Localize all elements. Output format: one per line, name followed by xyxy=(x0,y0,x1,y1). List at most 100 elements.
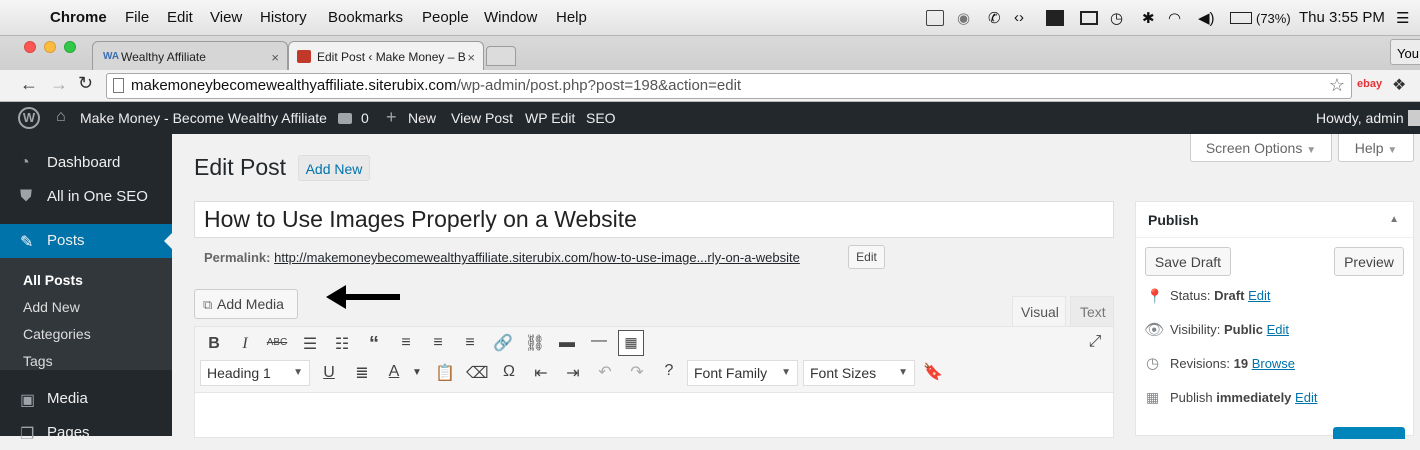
howdy-account[interactable]: Howdy, admin xyxy=(1316,110,1404,126)
wifi-icon[interactable]: ◠ xyxy=(1168,9,1181,27)
help-icon[interactable]: ? xyxy=(658,362,680,380)
undo-icon[interactable]: ↶ xyxy=(594,362,616,382)
layers-extension-icon[interactable]: ❖ xyxy=(1392,75,1406,95)
clear-formatting-icon[interactable]: ⌫ xyxy=(466,363,489,383)
menu-history[interactable]: History xyxy=(260,9,307,26)
permalink-url[interactable]: http://makemoneybecomewealthyaffiliate.s… xyxy=(274,250,800,265)
add-media-button[interactable]: ⧉ Add Media xyxy=(194,289,298,319)
menu-bookmarks[interactable]: Bookmarks xyxy=(328,9,403,26)
time-machine-icon[interactable]: ◷ xyxy=(1110,9,1123,27)
save-draft-button[interactable]: Save Draft xyxy=(1145,247,1231,276)
text-color-icon[interactable]: A xyxy=(383,363,405,381)
sidebar-item-dashboard[interactable]: ◔ Dashboard xyxy=(0,146,172,180)
menu-file[interactable]: File xyxy=(125,9,149,26)
strikethrough-icon[interactable]: ABC xyxy=(266,337,288,348)
app-menu[interactable]: Chrome xyxy=(50,9,107,26)
font-family-select[interactable]: Font Family ▼ xyxy=(687,360,798,386)
bookmark-icon[interactable]: 🔖 xyxy=(922,362,944,382)
redo-icon[interactable]: ↷ xyxy=(626,362,648,382)
sidebar-item-media[interactable]: ▣ Media xyxy=(0,382,172,416)
bullet-list-icon[interactable]: ☰ xyxy=(299,334,321,354)
tab-wealthy-affiliate[interactable]: WA Wealthy Affiliate × xyxy=(92,41,288,71)
list-menu-icon[interactable]: ☰ xyxy=(1396,9,1409,27)
caret-down-icon[interactable]: ▼ xyxy=(406,367,428,378)
home-icon[interactable]: ⌂ xyxy=(56,108,66,126)
seo-link[interactable]: SEO xyxy=(586,110,616,126)
battery-icon[interactable] xyxy=(1230,12,1252,24)
post-title-input[interactable]: How to Use Images Properly on a Website xyxy=(194,201,1114,238)
screen-options-button[interactable]: Screen Options ▼ xyxy=(1190,134,1332,162)
ebay-extension-icon[interactable]: ebay xyxy=(1357,78,1382,90)
blockquote-icon[interactable]: “ xyxy=(363,333,385,356)
format-select[interactable]: Heading 1 ▼ xyxy=(200,360,310,386)
status-circle-icon[interactable]: ◉ xyxy=(957,9,970,27)
wp-edit-link[interactable]: WP Edit xyxy=(525,110,575,126)
editor-content-area[interactable] xyxy=(194,392,1114,438)
toolbar-toggle-icon[interactable]: ▦ xyxy=(618,330,644,356)
clock[interactable]: Thu 3:55 PM xyxy=(1299,9,1385,26)
read-more-icon[interactable]: ▬ xyxy=(556,334,578,352)
bluetooth-icon[interactable]: ✱ xyxy=(1142,9,1155,27)
help-button[interactable]: Help ▼ xyxy=(1338,134,1414,162)
permalink-edit-button[interactable]: Edit xyxy=(848,245,885,269)
status-app-icon[interactable] xyxy=(926,10,944,26)
submenu-add-new[interactable]: Add New xyxy=(23,299,80,315)
site-name-link[interactable]: Make Money - Become Wealthy Affiliate xyxy=(80,110,327,126)
sidebar-item-all-in-one-seo[interactable]: ⛊ All in One SEO xyxy=(0,180,172,214)
menu-help[interactable]: Help xyxy=(556,9,587,26)
submenu-categories[interactable]: Categories xyxy=(23,326,91,342)
code-icon[interactable]: ‹› xyxy=(1014,9,1024,26)
plus-icon[interactable]: + xyxy=(386,107,397,128)
bookmark-star-icon[interactable]: ☆ xyxy=(1329,75,1345,96)
forward-icon[interactable]: → xyxy=(50,74,68,95)
preview-button[interactable]: Preview xyxy=(1334,247,1404,276)
back-icon[interactable]: ← xyxy=(20,74,38,95)
unlink-icon[interactable]: ⛓ xyxy=(524,333,546,353)
display-icon[interactable] xyxy=(1080,11,1098,25)
tab-edit-post[interactable]: Edit Post ‹ Make Money – B × xyxy=(288,41,484,71)
publish-date-edit-link[interactable]: Edit xyxy=(1295,390,1317,405)
profile-button[interactable]: You xyxy=(1390,39,1420,65)
submenu-all-posts[interactable]: All Posts xyxy=(23,272,83,288)
phone-icon[interactable]: ✆ xyxy=(988,9,1001,27)
grid-app-icon[interactable] xyxy=(1046,10,1064,26)
underline-icon[interactable]: U xyxy=(318,364,340,382)
align-right-icon[interactable]: ≡ xyxy=(459,334,481,352)
submenu-tags[interactable]: Tags xyxy=(23,353,53,369)
special-char-icon[interactable]: Ω xyxy=(498,363,520,381)
zoom-window-button[interactable] xyxy=(64,41,76,53)
justify-icon[interactable]: ≣ xyxy=(351,363,373,383)
fullscreen-icon[interactable]: ⤢ xyxy=(1084,333,1106,351)
menu-view[interactable]: View xyxy=(210,9,242,26)
close-tab-icon[interactable]: × xyxy=(271,50,279,65)
address-bar[interactable]: makemoneybecomewealthyaffiliate.siterubi… xyxy=(106,73,1352,99)
comments-count[interactable]: 0 xyxy=(361,110,369,126)
link-icon[interactable]: 🔗 xyxy=(492,333,514,353)
sidebar-item-pages[interactable]: ❐ Pages xyxy=(0,416,172,450)
sidebar-item-posts[interactable]: ✎ Posts xyxy=(0,224,172,258)
add-new-button[interactable]: Add New xyxy=(298,155,370,181)
tab-text[interactable]: Text xyxy=(1070,296,1114,326)
horizontal-line-icon[interactable]: — xyxy=(588,332,610,350)
menu-window[interactable]: Window xyxy=(484,9,537,26)
browse-revisions-link[interactable]: Browse xyxy=(1252,356,1295,371)
avatar[interactable] xyxy=(1408,110,1420,126)
new-tab-button[interactable] xyxy=(486,46,516,66)
close-window-button[interactable] xyxy=(24,41,36,53)
menu-people[interactable]: People xyxy=(422,9,469,26)
numbered-list-icon[interactable]: ☷ xyxy=(331,334,353,354)
new-link[interactable]: New xyxy=(408,110,436,126)
view-post-link[interactable]: View Post xyxy=(451,110,513,126)
paste-text-icon[interactable]: 📋 xyxy=(434,363,456,383)
status-edit-link[interactable]: Edit xyxy=(1248,288,1270,303)
minimize-window-button[interactable] xyxy=(44,41,56,53)
volume-icon[interactable]: ◀) xyxy=(1198,9,1215,27)
collapse-icon[interactable]: ▲ xyxy=(1389,214,1399,225)
comments-icon[interactable] xyxy=(338,113,352,124)
reload-icon[interactable]: ↻ xyxy=(78,73,93,94)
outdent-icon[interactable]: ⇤ xyxy=(530,363,552,383)
font-sizes-select[interactable]: Font Sizes ▼ xyxy=(803,360,915,386)
tab-visual[interactable]: Visual xyxy=(1012,296,1066,327)
indent-icon[interactable]: ⇥ xyxy=(562,363,584,383)
publish-box-header[interactable]: Publish ▲ xyxy=(1136,202,1413,238)
